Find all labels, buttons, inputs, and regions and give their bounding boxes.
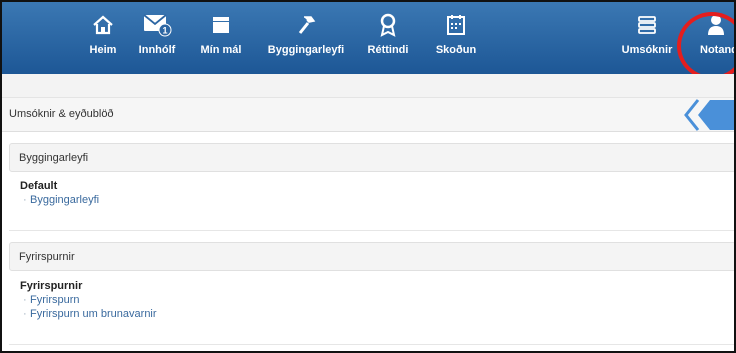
link-byggingarleyfi[interactable]: Byggingarleyfi <box>23 194 99 206</box>
nav-label: Mín mál <box>200 44 242 56</box>
nav-item-rettindi[interactable]: Réttindi <box>366 8 410 70</box>
nav-item-heim[interactable]: Heim <box>85 8 121 70</box>
collapse-chevron-icon[interactable] <box>684 98 736 132</box>
link-fyrirspurn[interactable]: Fyrirspurn <box>23 294 79 306</box>
page-header: Umsóknir & eyðublöð <box>2 98 736 132</box>
section-header-fyrirspurnir[interactable]: Fyrirspurnir <box>9 242 734 271</box>
app-window: Heim 1 Innhólf Mín mál Byggingarleyfi Ré… <box>0 0 736 353</box>
nav-item-skodun[interactable]: Skoðun <box>436 8 476 70</box>
inbox-badge: 1 <box>162 26 167 36</box>
section-header-byggingarleyfi[interactable]: Byggingarleyfi <box>9 143 734 172</box>
divider <box>9 230 734 231</box>
inbox-icon: 1 <box>142 8 172 42</box>
section-header-label: Byggingarleyfi <box>19 152 89 164</box>
nav-item-innholf[interactable]: 1 Innhólf <box>136 8 178 70</box>
nav-label: Skoðun <box>435 44 477 56</box>
award-icon <box>378 8 398 42</box>
section-header-label: Fyrirspurnir <box>19 251 75 263</box>
nav-label: Umsóknir <box>621 44 673 56</box>
sub-toolbar <box>2 74 734 98</box>
nav-item-min-mal[interactable]: Mín mál <box>199 8 243 70</box>
nav-label: Byggingarleyfi <box>267 44 345 56</box>
calendar-icon <box>446 8 466 42</box>
link-fyrirspurn-um-brunavarnir[interactable]: Fyrirspurn um brunavarnir <box>23 308 157 320</box>
divider <box>9 344 734 345</box>
nav-label: Innhólf <box>138 44 176 56</box>
hammer-icon <box>294 8 318 42</box>
nav-item-umsoknir[interactable]: Umsóknir <box>621 8 673 70</box>
folder-icon <box>210 8 232 42</box>
nav-item-byggingarleyfi[interactable]: Byggingarleyfi <box>266 8 346 70</box>
top-navigation-bar: Heim 1 Innhólf Mín mál Byggingarleyfi Ré… <box>2 2 734 74</box>
home-icon <box>92 8 114 42</box>
nav-label: Heim <box>89 44 117 56</box>
nav-label: Réttindi <box>367 44 409 56</box>
group-title: Fyrirspurnir <box>20 280 83 292</box>
list-icon <box>637 8 657 42</box>
group-title: Default <box>20 180 58 192</box>
page-title: Umsóknir & eyðublöð <box>9 108 114 120</box>
